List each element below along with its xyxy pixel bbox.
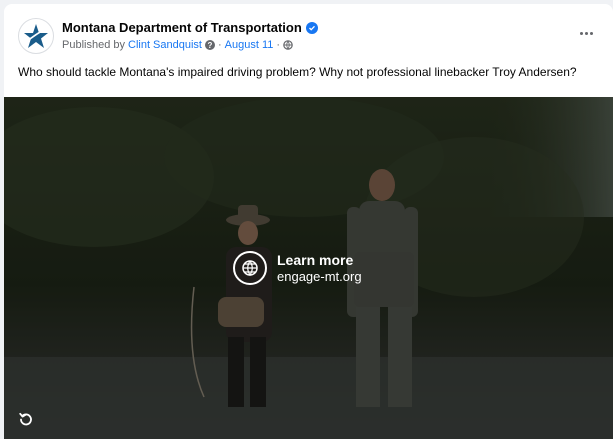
post-date-link[interactable]: August 11 xyxy=(225,39,274,51)
post-caption: Who should tackle Montana's impaired dri… xyxy=(18,65,577,79)
verified-badge-icon xyxy=(305,21,318,34)
author-link[interactable]: Clint Sandquist xyxy=(128,39,202,51)
post-header: Montana Department of Transportation Pub… xyxy=(16,14,601,58)
cta-title: Learn more xyxy=(277,251,354,268)
cta-url: engage-mt.org xyxy=(277,268,362,284)
more-options-icon[interactable] xyxy=(575,24,597,42)
mdt-star-logo-icon xyxy=(24,24,48,48)
learn-more-cta[interactable]: Learn more engage-mt.org xyxy=(233,251,362,285)
published-by-label: Published by xyxy=(62,39,125,51)
cta-globe-icon xyxy=(233,251,267,285)
post-card: Montana Department of Transportation Pub… xyxy=(4,4,613,439)
page-avatar[interactable] xyxy=(18,18,54,54)
audience-globe-icon[interactable] xyxy=(283,40,293,50)
info-icon[interactable]: ? xyxy=(205,40,215,50)
cta-text: Learn more engage-mt.org xyxy=(277,252,362,285)
meta-separator: · xyxy=(218,39,222,51)
post-media[interactable]: Learn more engage-mt.org xyxy=(4,97,613,439)
replay-icon[interactable] xyxy=(18,411,34,427)
meta-separator-2: · xyxy=(276,39,281,51)
post-meta: Published by Clint Sandquist ? · August … xyxy=(62,39,293,51)
page-name-link[interactable]: Montana Department of Transportation xyxy=(62,20,302,35)
page-name-row: Montana Department of Transportation xyxy=(62,20,318,35)
